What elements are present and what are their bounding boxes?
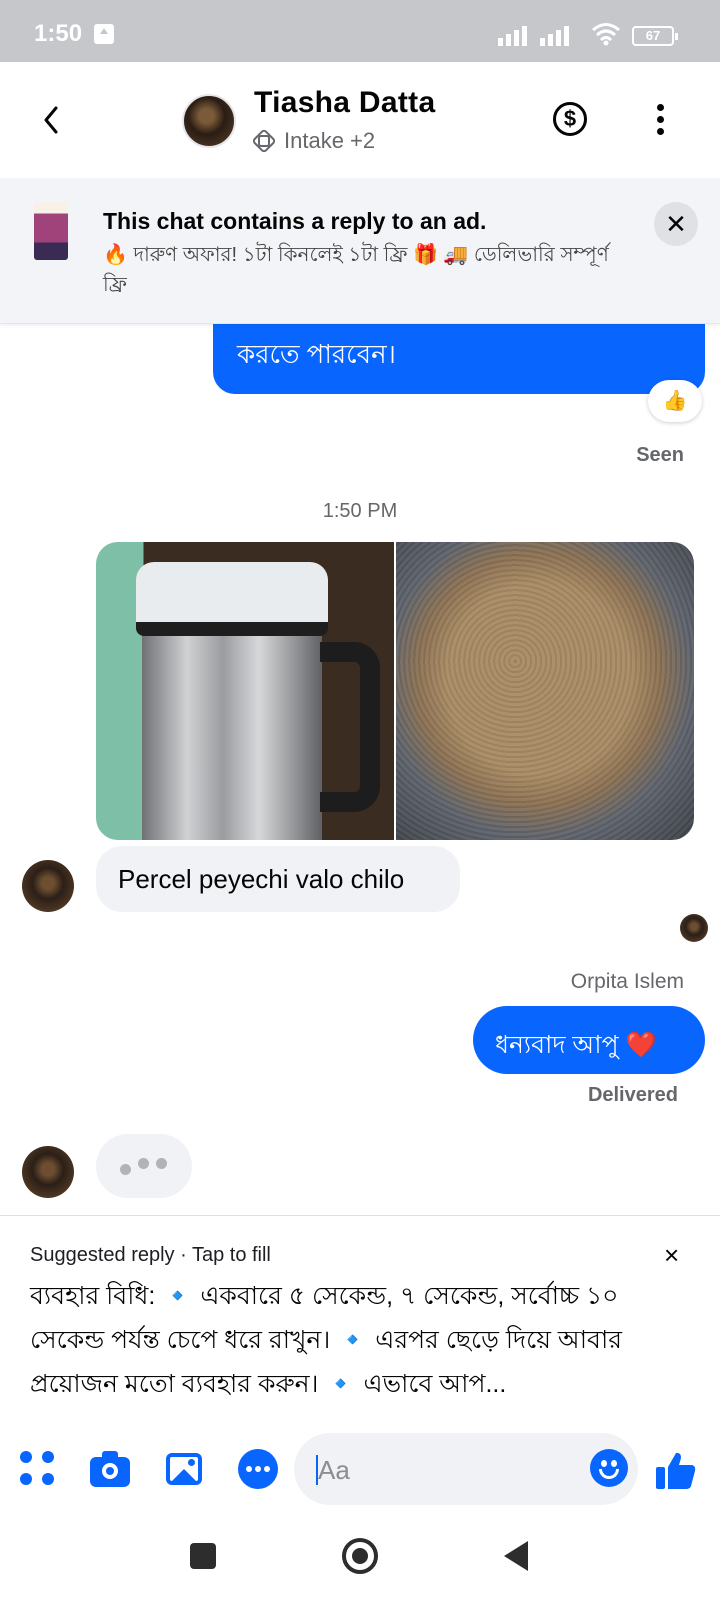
- close-icon[interactable]: ✕: [654, 202, 698, 246]
- suggested-reply-panel: Suggested reply · Tap to fill × ব্যবহার …: [0, 1215, 720, 1425]
- like-thumbs-up-icon[interactable]: [654, 1449, 698, 1493]
- payment-dollar-icon[interactable]: $: [553, 102, 587, 136]
- photo-attachment-mug[interactable]: [96, 542, 394, 840]
- ad-banner-text: 🔥 দারুণ অফার! ১টা কিনলেই ১টা ফ্রি 🎁 🚚 ডে…: [103, 244, 609, 296]
- system-back-button[interactable]: [504, 1541, 528, 1571]
- message-timestamp: 1:50 PM: [322, 500, 398, 522]
- system-navigation-bar: [0, 1531, 720, 1600]
- suggested-reply-label: Suggested reply · Tap to fill: [30, 1244, 271, 1266]
- back-arrow-icon[interactable]: [38, 100, 66, 140]
- gallery-icon[interactable]: [164, 1449, 204, 1489]
- seen-status: Seen: [636, 444, 684, 466]
- sender-avatar[interactable]: [22, 860, 74, 912]
- apps-grid-icon[interactable]: [20, 1449, 60, 1489]
- mug-shape: [142, 612, 322, 840]
- home-button[interactable]: [342, 1538, 378, 1574]
- message-text: ধন্যবাদ আপু: [495, 1031, 619, 1059]
- typing-indicator: [96, 1134, 192, 1198]
- contact-avatar[interactable]: [182, 94, 236, 148]
- intake-label-icon: [253, 130, 275, 152]
- mug-lid-shape: [136, 562, 328, 636]
- message-text: করতে পারবেন।: [237, 339, 396, 369]
- thumbs-up-reaction[interactable]: 👍: [648, 380, 702, 422]
- more-options-icon[interactable]: [657, 104, 665, 136]
- message-composer: Aa: [0, 1425, 720, 1531]
- upload-notification-icon: [94, 24, 114, 44]
- ad-reply-banner: This chat contains a reply to an ad. 🔥 দ…: [0, 178, 720, 324]
- powder-texture: [396, 542, 694, 840]
- ad-banner-title: This chat contains a reply to an ad.: [103, 208, 487, 234]
- delivered-status: Delivered: [587, 1084, 678, 1106]
- mug-handle-shape: [320, 642, 380, 812]
- contact-name[interactable]: Tiasha Datta: [254, 86, 435, 120]
- recent-apps-button[interactable]: [190, 1543, 216, 1569]
- sender-avatar[interactable]: [22, 1146, 74, 1198]
- chat-bubble-icon[interactable]: [238, 1449, 278, 1489]
- close-suggestion-icon[interactable]: ×: [664, 1240, 679, 1271]
- chat-header: Tiasha Datta Intake +2 $: [0, 62, 720, 178]
- battery-icon: 67: [632, 26, 678, 46]
- message-input-placeholder: Aa: [318, 1455, 350, 1485]
- heart-emoji: ❤️: [625, 1031, 657, 1059]
- status-bar: 1:50 67: [0, 0, 720, 62]
- signal-icon-2: [540, 24, 576, 46]
- outgoing-message-bubble[interactable]: ধন্যবাদ আপু ❤️: [473, 1006, 705, 1074]
- signal-icon: [498, 24, 534, 46]
- emoji-icon[interactable]: [590, 1449, 628, 1487]
- sender-name-label: Orpita Islem: [570, 970, 684, 993]
- ad-thumbnail[interactable]: [34, 202, 68, 260]
- wifi-icon: [592, 23, 620, 46]
- contact-subtitle[interactable]: Intake +2: [284, 128, 375, 154]
- message-input[interactable]: Aa: [294, 1433, 638, 1505]
- suggested-reply-text[interactable]: ব্যবহার বিধি: 🔹 একবারে ৫ সেকেন্ড, ৭ সেকে…: [30, 1274, 690, 1406]
- incoming-message-bubble[interactable]: Percel peyechi valo chilo: [96, 846, 460, 912]
- camera-icon[interactable]: [90, 1449, 130, 1489]
- message-text: Percel peyechi valo chilo: [118, 864, 405, 894]
- status-time: 1:50: [34, 20, 83, 47]
- read-receipt-avatar: [680, 914, 708, 942]
- photo-attachment-powder[interactable]: [396, 542, 694, 840]
